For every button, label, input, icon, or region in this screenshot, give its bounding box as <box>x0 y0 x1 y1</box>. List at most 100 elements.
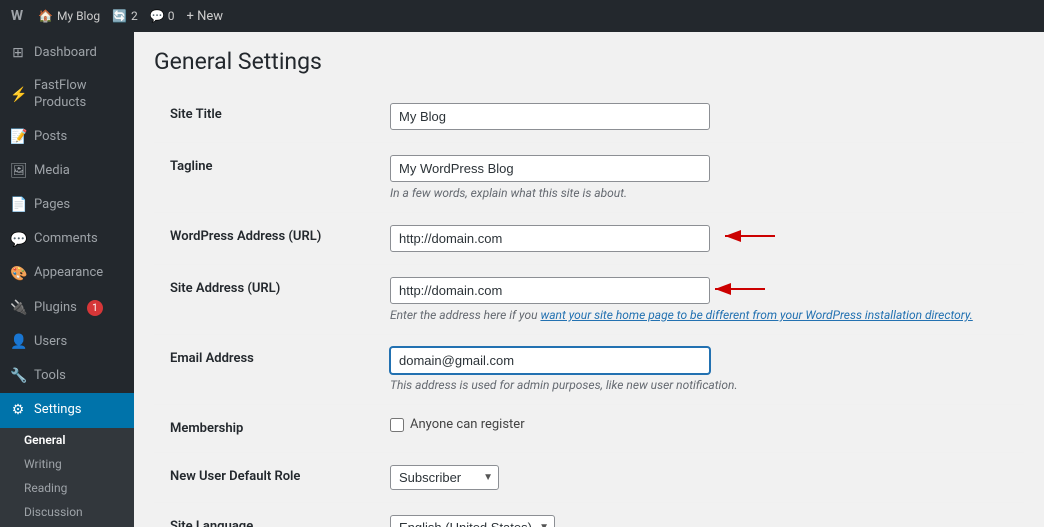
sidebar-label-appearance: Appearance <box>34 265 103 282</box>
sidebar: ⊞ Dashboard ⚡ FastFlow Products 📝 Posts … <box>0 32 134 527</box>
site-address-input[interactable] <box>390 277 710 304</box>
tagline-label: Tagline <box>154 143 374 213</box>
submenu-reading-label: Reading <box>24 481 67 495</box>
page-title: General Settings <box>154 48 1024 75</box>
site-name-label: My Blog <box>57 9 100 23</box>
sidebar-item-users[interactable]: 👤 Users <box>0 325 134 359</box>
submenu-discussion[interactable]: Discussion <box>0 500 134 524</box>
admin-bar: W 🏠 My Blog 🔄 2 💬 0 + New <box>0 0 1044 32</box>
sidebar-label-plugins: Plugins <box>34 300 77 317</box>
site-title-input[interactable] <box>390 103 710 130</box>
default-role-select[interactable]: Subscriber Contributor Author Editor Adm… <box>390 465 499 490</box>
membership-row: Membership Anyone can register <box>154 405 1024 453</box>
settings-submenu: General Writing Reading Discussion Media… <box>0 428 134 527</box>
comment-icon: 💬 <box>150 9 165 23</box>
submenu-general-label: General <box>24 433 65 447</box>
membership-checkbox-row: Anyone can register <box>390 417 1008 432</box>
sidebar-label-posts: Posts <box>34 129 67 146</box>
default-role-label: New User Default Role <box>154 453 374 503</box>
default-role-row: New User Default Role Subscriber Contrib… <box>154 453 1024 503</box>
email-input[interactable] <box>390 347 710 374</box>
sidebar-item-settings[interactable]: ⚙ Settings <box>0 393 134 427</box>
wp-logo-icon: W <box>8 7 26 25</box>
email-label: Email Address <box>154 335 374 405</box>
sidebar-label-tools: Tools <box>34 368 66 385</box>
plugins-icon: 🔌 <box>10 299 26 317</box>
submenu-reading[interactable]: Reading <box>0 476 134 500</box>
wp-address-cell <box>374 213 1024 264</box>
email-cell: This address is used for admin purposes,… <box>374 335 1024 405</box>
site-address-label: Site Address (URL) <box>154 265 374 335</box>
appearance-icon: 🎨 <box>10 265 26 283</box>
default-role-cell: Subscriber Contributor Author Editor Adm… <box>374 453 1024 503</box>
email-desc: This address is used for admin purposes,… <box>390 378 1008 392</box>
sidebar-item-plugins[interactable]: 🔌 Plugins 1 <box>0 291 134 325</box>
sidebar-label-users: Users <box>34 334 67 351</box>
tagline-input[interactable] <box>390 155 710 182</box>
site-language-select[interactable]: English (United States) Deutsch Español … <box>390 515 555 527</box>
submenu-general[interactable]: General <box>0 428 134 452</box>
sidebar-label-fastflow: FastFlow Products <box>34 78 124 112</box>
plugins-badge: 1 <box>87 300 103 316</box>
membership-checkbox[interactable] <box>390 418 404 432</box>
layout: ⊞ Dashboard ⚡ FastFlow Products 📝 Posts … <box>0 32 1044 527</box>
pages-icon: 📄 <box>10 196 26 214</box>
site-title-label: Site Title <box>154 91 374 143</box>
email-row: Email Address This address is used for a… <box>154 335 1024 405</box>
new-label: + New <box>186 9 223 24</box>
membership-label: Membership <box>154 405 374 453</box>
sidebar-item-fastflow[interactable]: ⚡ FastFlow Products <box>0 70 134 120</box>
home-icon: 🏠 <box>38 9 53 23</box>
sidebar-item-tools[interactable]: 🔧 Tools <box>0 359 134 393</box>
membership-checkbox-label: Anyone can register <box>410 417 525 432</box>
sidebar-label-media: Media <box>34 163 70 180</box>
site-language-select-wrapper: English (United States) Deutsch Español … <box>390 515 555 527</box>
fastflow-icon: ⚡ <box>10 86 26 104</box>
site-address-desc: Enter the address here if you want your … <box>390 308 1008 322</box>
sidebar-item-comments[interactable]: 💬 Comments <box>0 223 134 257</box>
site-address-desc-prefix: Enter the address here if you <box>390 308 540 322</box>
default-role-select-wrapper: Subscriber Contributor Author Editor Adm… <box>390 465 499 490</box>
sidebar-item-posts[interactable]: 📝 Posts <box>0 120 134 154</box>
site-address-cell: Enter the address here if you want your … <box>374 265 1024 335</box>
sidebar-item-appearance[interactable]: 🎨 Appearance <box>0 257 134 291</box>
sidebar-item-pages[interactable]: 📄 Pages <box>0 188 134 222</box>
tagline-row: Tagline In a few words, explain what thi… <box>154 143 1024 213</box>
site-language-label: Site Language <box>154 503 374 527</box>
sidebar-item-dashboard[interactable]: ⊞ Dashboard <box>0 36 134 70</box>
site-language-row: Site Language English (United States) De… <box>154 503 1024 527</box>
site-name-link[interactable]: 🏠 My Blog <box>38 9 100 23</box>
media-icon: 🖼 <box>10 162 26 180</box>
submenu-writing[interactable]: Writing <box>0 452 134 476</box>
dashboard-icon: ⊞ <box>10 44 26 62</box>
submenu-media[interactable]: Media <box>0 524 134 527</box>
sidebar-label-pages: Pages <box>34 197 70 214</box>
sidebar-label-settings: Settings <box>34 402 81 419</box>
tagline-cell: In a few words, explain what this site i… <box>374 143 1024 213</box>
site-title-cell <box>374 91 1024 143</box>
site-address-row: Site Address (URL) <box>154 265 1024 335</box>
settings-icon: ⚙ <box>10 401 26 419</box>
updates-link[interactable]: 🔄 2 <box>112 9 138 23</box>
site-address-link[interactable]: want your site home page to be different… <box>540 308 972 322</box>
sidebar-item-media[interactable]: 🖼 Media <box>0 154 134 188</box>
users-icon: 👤 <box>10 333 26 351</box>
submenu-writing-label: Writing <box>24 457 62 471</box>
wp-address-input[interactable] <box>390 225 710 252</box>
tagline-desc: In a few words, explain what this site i… <box>390 186 1008 200</box>
tools-icon: 🔧 <box>10 367 26 385</box>
settings-form-table: Site Title Tagline In a few words, expla… <box>154 91 1024 527</box>
update-count: 2 <box>131 9 138 23</box>
wp-address-row: WordPress Address (URL) <box>154 213 1024 265</box>
membership-cell: Anyone can register <box>374 405 1024 453</box>
sidebar-label-dashboard: Dashboard <box>34 45 97 62</box>
comments-sidebar-icon: 💬 <box>10 231 26 249</box>
submenu-discussion-label: Discussion <box>24 505 83 519</box>
new-content-button[interactable]: + New <box>186 9 223 24</box>
comments-link[interactable]: 💬 0 <box>150 9 175 23</box>
wp-logo[interactable]: W <box>8 7 26 25</box>
comments-count: 0 <box>168 9 175 23</box>
site-language-cell: English (United States) Deutsch Español … <box>374 503 1024 527</box>
wp-address-label: WordPress Address (URL) <box>154 213 374 265</box>
main-content: General Settings Site Title Tagline In a… <box>134 32 1044 527</box>
